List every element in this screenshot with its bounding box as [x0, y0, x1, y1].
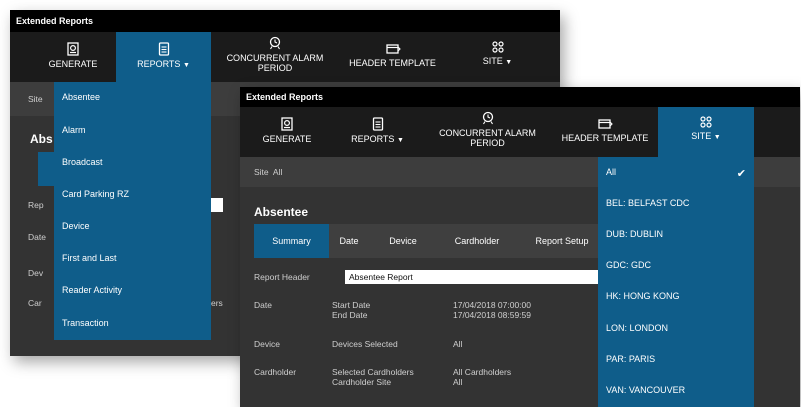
- back-concurrent-label-2: PERIOD: [257, 63, 293, 73]
- header-template-icon: [340, 42, 445, 56]
- device-label: Device: [254, 339, 280, 349]
- devices-selected-value: All: [453, 339, 463, 349]
- reports-menu-item[interactable]: Broadcast: [54, 157, 211, 167]
- front-concurrent-label-2: PERIOD: [470, 138, 505, 148]
- front-tabs: Summary Date Device Cardholder Report Se…: [254, 224, 604, 258]
- reports-menu-item[interactable]: Transaction: [54, 318, 211, 328]
- site-menu-item[interactable]: VAN: VANCOUVER: [598, 385, 754, 395]
- reports-menu-item[interactable]: Card Parking RZ: [54, 189, 211, 199]
- back-toolbar: GENERATE REPORTS ▼ CONCURRENT ALARM PERI…: [10, 32, 560, 82]
- back-frag-ers: ers: [211, 298, 223, 308]
- back-site-button[interactable]: SITE ▼: [460, 32, 535, 82]
- back-frag-date: Date: [28, 232, 46, 242]
- site-dropdown-menu: All ✔ BEL: BELFAST CDC DUB: DUBLIN GDC: …: [598, 157, 754, 407]
- reports-menu-item[interactable]: Device: [54, 221, 211, 231]
- start-date-label: Start Date: [332, 300, 371, 310]
- front-header-template-button[interactable]: HEADER TEMPLATE: [555, 107, 655, 157]
- site-menu-item[interactable]: GDC: GDC: [598, 260, 754, 270]
- front-reports-button[interactable]: REPORTS ▼: [335, 107, 420, 157]
- end-date-label: End Date: [332, 310, 368, 320]
- front-header-template-label: HEADER TEMPLATE: [561, 133, 649, 143]
- devices-selected-label: Devices Selected: [332, 339, 398, 349]
- back-generate-button[interactable]: GENERATE: [18, 32, 128, 82]
- alarm-clock-icon: [215, 35, 335, 51]
- document-icon: [335, 116, 420, 132]
- front-concurrent-label-1: CONCURRENT ALARM: [439, 128, 536, 138]
- back-header-template-label: HEADER TEMPLATE: [349, 58, 436, 68]
- report-header-input[interactable]: Absentee Report: [345, 270, 598, 284]
- site-menu-item[interactable]: BEL: BELFAST CDC: [598, 198, 754, 208]
- back-frag-cardholder: Car: [28, 298, 42, 308]
- report-header-label: Report Header: [254, 272, 310, 282]
- front-window-title: Extended Reports: [246, 92, 324, 102]
- cardholder-label: Cardholder: [254, 367, 297, 377]
- site-menu-item-label: All: [606, 167, 617, 177]
- chevron-down-icon: ▼: [182, 62, 190, 69]
- front-title-bar: Extended Reports: [240, 87, 800, 107]
- site-grid-icon: [460, 40, 535, 54]
- site-menu-item-selected[interactable]: All ✔: [598, 167, 754, 180]
- front-site-button[interactable]: SITE ▼: [658, 107, 754, 157]
- back-concurrent-alarm-button[interactable]: CONCURRENT ALARM PERIOD: [215, 32, 335, 82]
- back-panel-title: Abs: [30, 132, 53, 146]
- chevron-down-icon: ▼: [713, 134, 721, 141]
- back-site-fragment: Site: [28, 94, 43, 104]
- reports-menu-item[interactable]: First and Last: [54, 253, 211, 263]
- site-grid-icon: [658, 115, 754, 129]
- tab-cardholder[interactable]: Cardholder: [434, 224, 520, 258]
- cardholder-site-label: Cardholder Site: [332, 377, 392, 387]
- front-site-value: All: [272, 167, 283, 177]
- site-menu-item[interactable]: LON: LONDON: [598, 323, 754, 333]
- chevron-down-icon: ▼: [505, 59, 513, 66]
- tab-device[interactable]: Device: [372, 224, 434, 258]
- front-reports-label: REPORTS: [351, 134, 395, 144]
- tab-report-setup[interactable]: Report Setup: [520, 224, 604, 258]
- back-title-bar: Extended Reports: [10, 10, 560, 32]
- site-menu-item[interactable]: PAR: PARIS: [598, 354, 754, 364]
- back-input-sliver: [211, 198, 223, 212]
- back-site-label: SITE: [482, 56, 503, 66]
- chevron-down-icon: ▼: [396, 137, 404, 144]
- back-header-template-button[interactable]: HEADER TEMPLATE: [340, 32, 445, 82]
- front-generate-label: GENERATE: [262, 134, 312, 144]
- front-generate-button[interactable]: GENERATE: [242, 107, 332, 157]
- start-date-value: 17/04/2018 07:00:00: [453, 300, 531, 310]
- checkmark-icon: ✔: [736, 168, 746, 180]
- report-gear-icon: [242, 116, 332, 132]
- report-gear-icon: [18, 41, 128, 57]
- selected-cardholders-label: Selected Cardholders: [332, 367, 414, 377]
- back-frag-device: Dev: [28, 268, 44, 278]
- site-menu-item[interactable]: HK: HONG KONG: [598, 291, 754, 301]
- end-date-value: 17/04/2018 08:59:59: [453, 310, 531, 320]
- reports-menu-item[interactable]: Absentee: [54, 92, 211, 102]
- back-concurrent-label-1: CONCURRENT ALARM: [226, 53, 324, 63]
- cardholder-site-value: All: [453, 377, 463, 387]
- reports-menu-item[interactable]: Reader Activity: [54, 285, 211, 295]
- back-generate-label: GENERATE: [48, 59, 98, 69]
- front-panel-title: Absentee: [254, 205, 309, 219]
- document-icon: [116, 41, 211, 57]
- reports-dropdown-menu: Absentee Alarm Broadcast Card Parking RZ…: [54, 82, 211, 340]
- date-label: Date: [254, 300, 272, 310]
- site-menu-item[interactable]: DUB: DUBLIN: [598, 229, 754, 239]
- front-window: Extended Reports GENERATE REPORTS ▼ CONC…: [240, 87, 800, 407]
- tab-summary[interactable]: Summary: [254, 224, 329, 258]
- front-site-label: SITE: [691, 131, 712, 141]
- front-concurrent-alarm-button[interactable]: CONCURRENT ALARM PERIOD: [430, 107, 545, 157]
- reports-menu-item[interactable]: Alarm: [54, 125, 211, 135]
- back-reports-label: REPORTS: [137, 59, 181, 69]
- selected-cardholders-value: All Cardholders: [453, 367, 512, 377]
- back-frag-report: Rep: [28, 200, 44, 210]
- back-window-title: Extended Reports: [16, 16, 94, 26]
- front-toolbar: GENERATE REPORTS ▼ CONCURRENT ALARM PERI…: [240, 107, 800, 157]
- back-reports-button[interactable]: REPORTS ▼: [116, 32, 211, 82]
- alarm-clock-icon: [430, 110, 545, 126]
- header-template-icon: [555, 117, 655, 131]
- front-site-label-text: Site: [254, 167, 269, 177]
- tab-date[interactable]: Date: [329, 224, 369, 258]
